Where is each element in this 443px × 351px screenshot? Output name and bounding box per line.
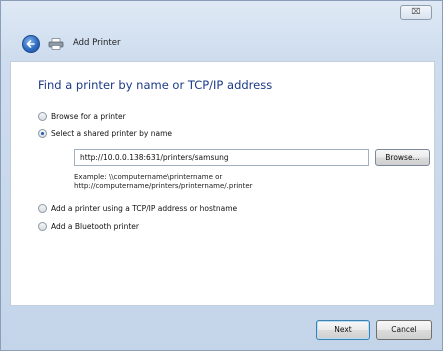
example-line-1: Example: \\computername\printername or [74, 173, 223, 181]
browse-button[interactable]: Browse... [375, 149, 430, 166]
back-button[interactable] [22, 35, 40, 53]
radio-bluetooth[interactable] [38, 222, 47, 231]
radio-shared[interactable] [38, 129, 47, 138]
next-button[interactable]: Next [316, 320, 370, 340]
page-heading: Find a printer by name or TCP/IP address [38, 78, 273, 92]
option-shared-label: Select a shared printer by name [51, 129, 172, 138]
example-line-2: http://computername/printers/printername… [74, 182, 253, 190]
close-button[interactable]: ⌧ [400, 5, 432, 20]
back-arrow-icon [26, 40, 35, 48]
option-browse-label: Browse for a printer [51, 112, 126, 121]
dialog-title: Add Printer [73, 38, 121, 48]
content-panel: Find a printer by name or TCP/IP address… [10, 61, 435, 306]
close-icon: ⌧ [411, 7, 421, 16]
cancel-button[interactable]: Cancel [376, 320, 432, 340]
option-tcpip-label: Add a printer using a TCP/IP address or … [51, 204, 238, 213]
option-bluetooth-label: Add a Bluetooth printer [51, 222, 139, 231]
radio-tcpip[interactable] [38, 204, 47, 213]
navigation-bar: Add Printer [1, 25, 442, 61]
example-text: Example: \\computername\printername or h… [74, 173, 253, 191]
shared-printer-url-input[interactable]: http://10.0.0.138:631/printers/samsung [74, 149, 369, 166]
printer-icon [48, 38, 64, 50]
add-printer-window: ⌧ Add Printer Find a printer by name or … [0, 0, 443, 351]
radio-browse[interactable] [38, 112, 47, 121]
